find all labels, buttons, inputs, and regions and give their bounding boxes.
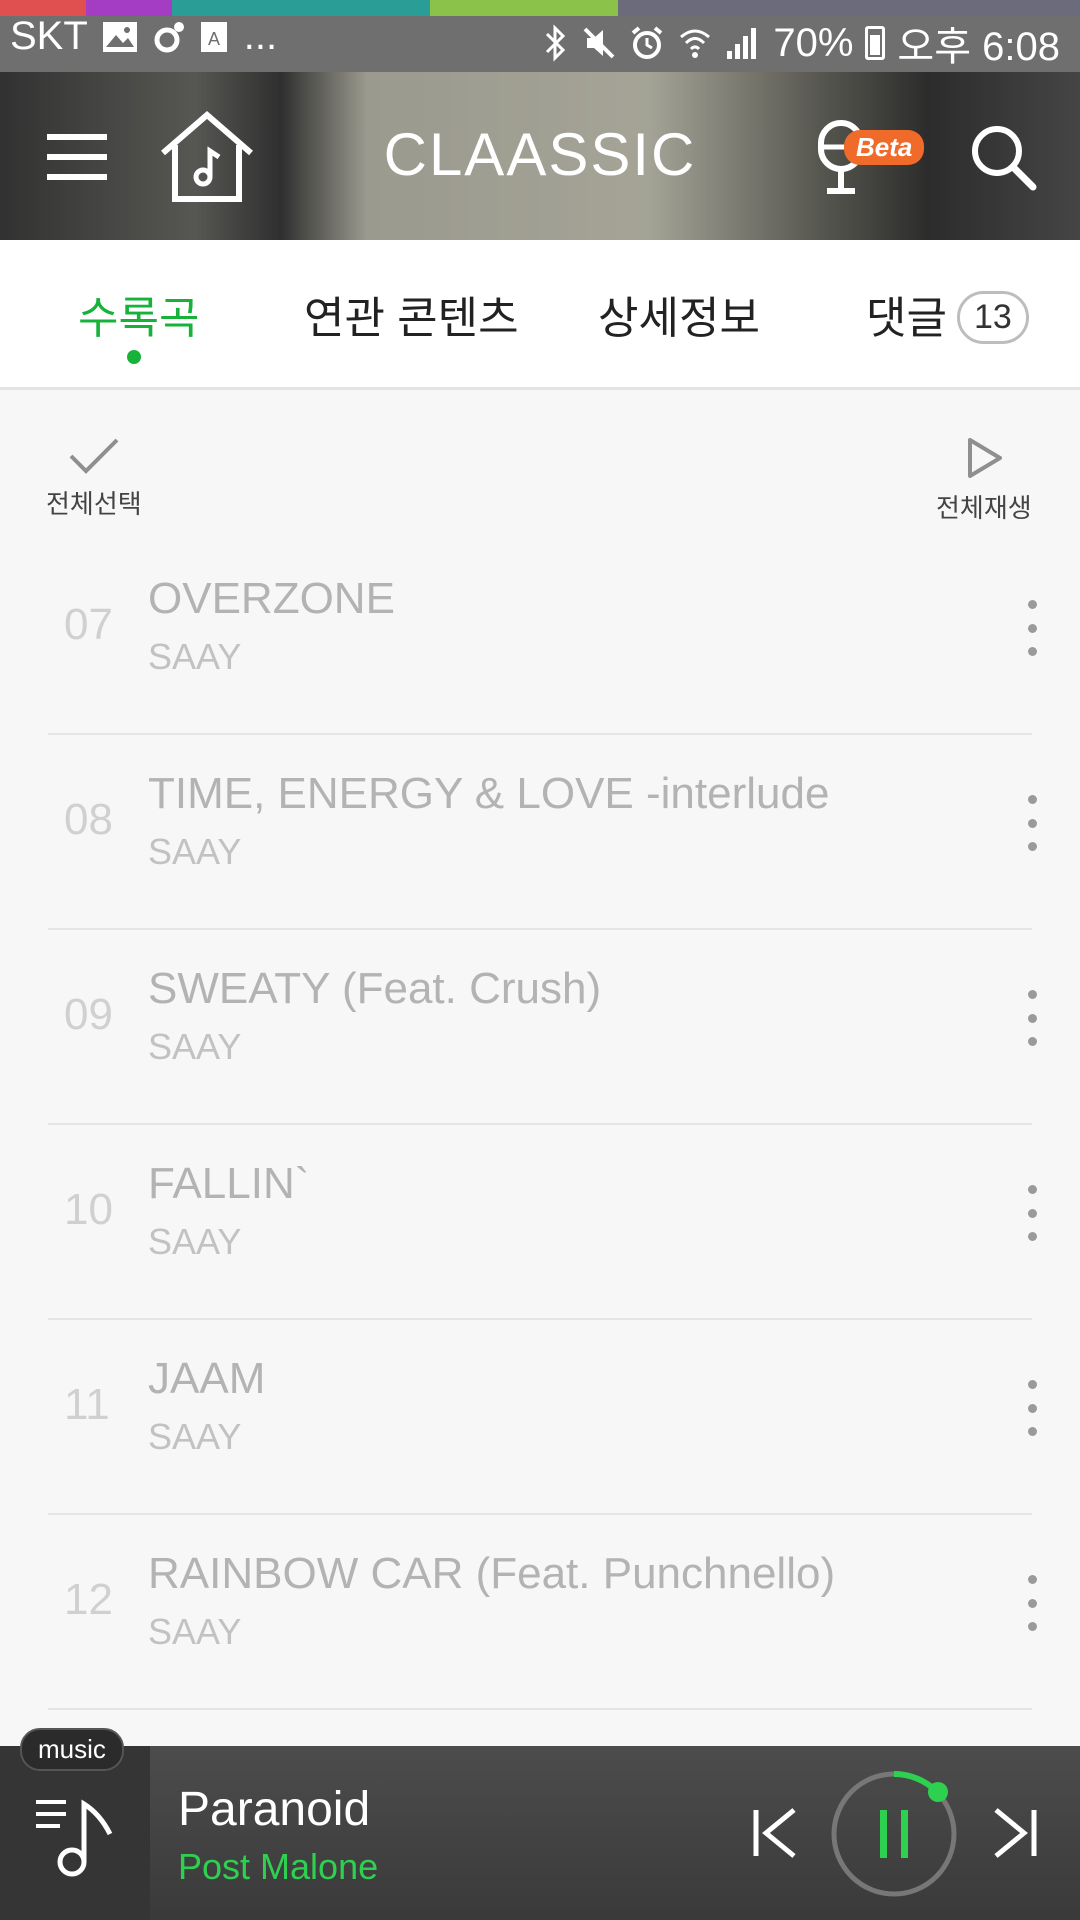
play-icon bbox=[967, 438, 1002, 478]
track-artist: SAAY bbox=[148, 1416, 242, 1457]
track-number: 08 bbox=[64, 795, 113, 844]
next-button[interactable] bbox=[980, 1798, 1050, 1868]
svg-text:A: A bbox=[208, 29, 220, 49]
track-number: 10 bbox=[64, 1185, 113, 1234]
tab-comments-label: 댓글 bbox=[866, 294, 947, 343]
clock: 오후 6:08 bbox=[897, 25, 1060, 69]
track-row[interactable]: 09 SWEATY (Feat. Crush) SAAY bbox=[0, 930, 1080, 1125]
track-row[interactable]: 10 FALLIN` SAAY bbox=[0, 1125, 1080, 1320]
alarm-icon bbox=[629, 25, 665, 61]
track-row[interactable]: 11 JAAM SAAY bbox=[0, 1320, 1080, 1515]
track-artist: SAAY bbox=[148, 1221, 242, 1262]
more-options-icon[interactable] bbox=[1020, 990, 1044, 1046]
track-title: FALLIN` bbox=[148, 1159, 310, 1208]
previous-icon bbox=[753, 1808, 796, 1858]
tab-related-content[interactable]: 연관 콘텐츠 bbox=[304, 282, 519, 346]
music-tag: music bbox=[20, 1728, 124, 1771]
track-list: 07 OVERZONE SAAY 08 TIME, ENERGY & LOVE … bbox=[0, 540, 1080, 1710]
search-button[interactable] bbox=[948, 102, 1058, 212]
beta-badge: Beta bbox=[844, 130, 925, 165]
track-title: TIME, ENERGY & LOVE -interlude bbox=[148, 769, 830, 818]
album-tabs: 수록곡 연관 콘텐츠 상세정보 댓글 13 bbox=[0, 240, 1080, 390]
track-row[interactable]: 08 TIME, ENERGY & LOVE -interlude SAAY bbox=[0, 735, 1080, 930]
more-notifications: ... bbox=[243, 14, 278, 58]
track-number: 07 bbox=[64, 600, 113, 649]
signal-icon bbox=[725, 25, 761, 61]
more-options-icon[interactable] bbox=[1020, 795, 1044, 851]
track-title: SWEATY (Feat. Crush) bbox=[148, 964, 602, 1013]
track-title: RAINBOW CAR (Feat. Punchnello) bbox=[148, 1549, 836, 1598]
search-icon bbox=[972, 126, 1037, 191]
gallery-icon bbox=[102, 21, 138, 53]
comment-count-badge: 13 bbox=[956, 290, 1029, 344]
play-all-label: 전체재생 bbox=[936, 493, 1032, 523]
track-row[interactable]: 12 RAINBOW CAR (Feat. Punchnello) SAAY bbox=[0, 1515, 1080, 1710]
select-all-label: 전체선택 bbox=[46, 489, 142, 519]
select-all-button[interactable]: 전체선택 bbox=[46, 436, 142, 521]
previous-button[interactable] bbox=[740, 1798, 810, 1868]
battery-icon bbox=[865, 26, 886, 60]
status-bar: SKT A ... 70% 오후 6:08 bbox=[0, 0, 1080, 72]
mini-player[interactable]: Paranoid Post Malone bbox=[0, 1746, 1080, 1920]
tab-comments[interactable]: 댓글 13 bbox=[866, 282, 1029, 348]
next-icon bbox=[994, 1808, 1037, 1858]
mute-icon bbox=[581, 25, 617, 61]
music-note-status-icon bbox=[152, 20, 186, 54]
playlist-music-icon bbox=[36, 1799, 113, 1877]
play-all-button[interactable]: 전체재생 bbox=[936, 436, 1032, 525]
play-pause-button[interactable] bbox=[826, 1766, 962, 1902]
active-tab-indicator bbox=[127, 350, 141, 364]
track-artist: SAAY bbox=[148, 1026, 242, 1067]
track-artist: SAAY bbox=[148, 1611, 242, 1652]
track-title: JAAM bbox=[148, 1354, 266, 1403]
track-artist: SAAY bbox=[148, 831, 242, 872]
tab-details[interactable]: 상세정보 bbox=[598, 282, 760, 346]
track-number: 11 bbox=[64, 1380, 110, 1429]
more-options-icon[interactable] bbox=[1020, 600, 1044, 656]
app-header: CLAASSIC Beta bbox=[0, 72, 1080, 240]
track-number: 09 bbox=[64, 990, 113, 1039]
carrier-label: SKT bbox=[10, 14, 88, 58]
now-playing-artist: Post Malone bbox=[178, 1846, 379, 1887]
more-options-icon[interactable] bbox=[1020, 1575, 1044, 1631]
bluetooth-icon bbox=[543, 24, 569, 62]
now-playing-title: Paranoid bbox=[178, 1783, 371, 1836]
battery-percent: 70% bbox=[773, 20, 854, 65]
track-number: 12 bbox=[64, 1575, 113, 1624]
pause-icon bbox=[831, 1770, 957, 1897]
tab-tracks[interactable]: 수록곡 bbox=[78, 282, 199, 346]
more-options-icon[interactable] bbox=[1020, 1185, 1044, 1241]
playlist-button[interactable] bbox=[0, 1746, 150, 1920]
more-options-icon[interactable] bbox=[1020, 1380, 1044, 1436]
checkmark-icon bbox=[69, 438, 119, 474]
track-artist: SAAY bbox=[148, 636, 242, 677]
wifi-icon bbox=[677, 25, 713, 61]
app-a-icon: A bbox=[200, 21, 230, 53]
track-title: OVERZONE bbox=[148, 574, 395, 623]
track-row[interactable]: 07 OVERZONE SAAY bbox=[0, 540, 1080, 735]
